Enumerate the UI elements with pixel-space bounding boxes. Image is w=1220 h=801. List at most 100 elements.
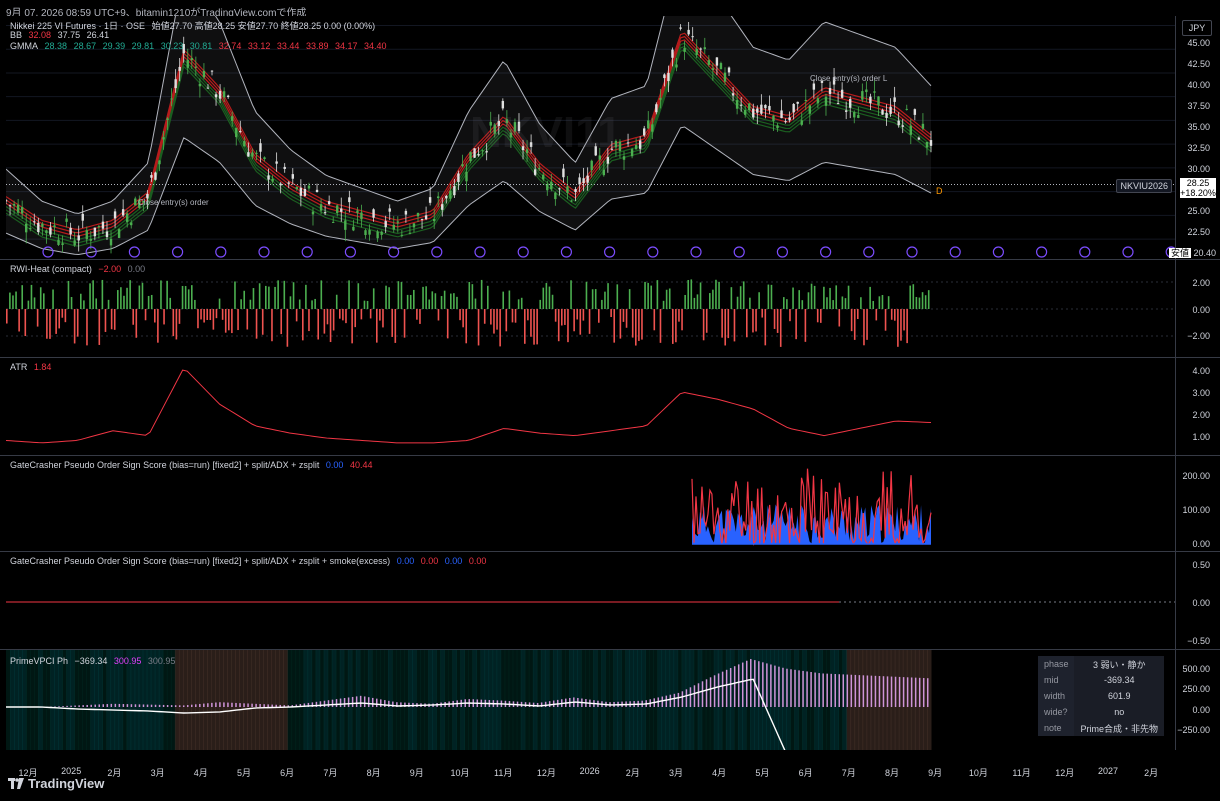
phase-band <box>235 650 240 750</box>
rwi-bar <box>351 309 353 344</box>
candle-body <box>404 210 408 215</box>
rwi-bar <box>853 309 856 340</box>
rwi-legend[interactable]: RWI-Heat (compact) −2.00 0.00 <box>10 264 149 274</box>
price-axis[interactable]: JPY 45.00 42.50 40.00 37.50 35.00 32.50 … <box>1175 16 1220 259</box>
bb-legend[interactable]: BB 32.08 37.75 26.41 <box>10 30 113 40</box>
rwi-bar <box>160 280 162 309</box>
prime-bar <box>834 674 836 707</box>
gc2-axis[interactable]: 0.50 0.00 −0.50 <box>1175 552 1220 649</box>
phase-band <box>400 650 405 750</box>
currency-button[interactable]: JPY <box>1182 20 1212 36</box>
prime-bar <box>275 704 277 707</box>
primevpci-pane[interactable]: PrimeVPCI Ph −369.34 300.95 300.95 phase… <box>0 650 1220 760</box>
candle-body <box>760 104 763 114</box>
prime-bar <box>319 701 322 707</box>
rwi-bar <box>508 290 511 309</box>
atr-axis[interactable]: 4.00 3.00 2.00 1.00 <box>1175 358 1220 455</box>
rwi-bar <box>117 290 119 309</box>
rwi-bar <box>656 280 659 309</box>
candle-body <box>194 66 198 68</box>
prime-bar <box>766 663 768 707</box>
prime-bar <box>902 677 905 707</box>
rwi-bar <box>261 309 264 335</box>
candle-body <box>392 224 395 230</box>
price-pane[interactable]: NKVI11 Nikkei 225 VI Futures · 1日 · OSE … <box>0 0 1220 260</box>
atr-pane[interactable]: ATR 1.84 4.00 3.00 2.00 1.00 <box>0 358 1220 456</box>
rwi-pane[interactable]: RWI-Heat (compact) −2.00 0.00 2.00 0.00 … <box>0 260 1220 358</box>
rwi-bar <box>832 300 834 309</box>
rwi-bar <box>727 309 730 339</box>
prime-tick: 500.00 <box>1182 664 1210 674</box>
rwi-bar <box>650 285 653 309</box>
candle-body <box>352 226 355 231</box>
rwi-bar <box>601 299 603 309</box>
table-row: mid -369.34 <box>1037 672 1164 688</box>
candle-body <box>20 206 24 214</box>
gmma-green-4: 29.81 <box>131 41 155 51</box>
candle-body <box>299 187 303 196</box>
candle-body <box>150 175 153 178</box>
rwi-bar <box>21 285 24 309</box>
rwi-bar <box>758 292 760 309</box>
phase-band <box>629 650 634 750</box>
atr-legend[interactable]: ATR 1.84 <box>10 362 55 372</box>
prime-bar <box>544 701 547 707</box>
phase-band <box>540 650 546 750</box>
tradingview-logo[interactable]: TradingView <box>8 776 104 791</box>
rwi-bar <box>696 294 699 309</box>
gc1-axis[interactable]: 200.00 100.00 0.00 <box>1175 456 1220 551</box>
rwi-bar <box>150 294 153 309</box>
candle-body <box>29 228 32 230</box>
prime-tick: 250.00 <box>1182 684 1210 694</box>
gatecrasher-smoke-pane[interactable]: GateCrasher Pseudo Order Sign Score (bia… <box>0 552 1220 650</box>
rwi-bar <box>662 300 665 309</box>
gmma-legend[interactable]: GMMA 28.38 28.67 29.39 29.81 30.23 30.81… <box>10 41 391 51</box>
prime-axis[interactable]: 500.00 250.00 0.00 −250.00 <box>1175 650 1220 750</box>
chart-window[interactable]: NKVI11 Nikkei 225 VI Futures · 1日 · OSE … <box>0 0 1220 778</box>
phase-band <box>496 650 502 750</box>
candle-body <box>327 201 331 205</box>
gatecrasher-pane[interactable]: GateCrasher Pseudo Order Sign Score (bia… <box>0 456 1220 552</box>
atr-line <box>5 369 932 444</box>
gc2-legend[interactable]: GateCrasher Pseudo Order Sign Score (bia… <box>10 556 490 566</box>
prime-bar <box>737 664 740 707</box>
time-axis[interactable]: 12月 2025 2月 3月 4月 5月 6月 7月 8月 9月 10月 11月 12月 2026 2月 3月… <box>0 766 1176 780</box>
prime-legend[interactable]: PrimeVPCI Ph −369.34 300.95 300.95 <box>10 656 179 666</box>
gc1-legend[interactable]: GateCrasher Pseudo Order Sign Score (bia… <box>10 460 377 470</box>
signal-marker <box>215 246 227 258</box>
rwi-bar <box>332 309 335 331</box>
prime-bar <box>774 665 776 707</box>
candle-body <box>917 137 921 140</box>
rwi-bar <box>511 309 514 323</box>
candle-body <box>808 105 812 114</box>
candle-body <box>590 160 593 171</box>
phase-band <box>223 650 228 750</box>
rwi-axis[interactable]: 2.00 0.00 −2.00 <box>1175 260 1220 357</box>
rwi-bar <box>394 309 397 343</box>
phase-band <box>420 650 425 750</box>
prime-bar <box>750 659 752 707</box>
time-tick: 7月 <box>323 768 338 778</box>
phase-band <box>323 650 329 750</box>
rwi-bar <box>767 284 770 309</box>
phase-band <box>536 650 542 750</box>
table-value: 601.9 <box>1074 688 1164 704</box>
rwi-bar <box>43 293 45 309</box>
rwi-bar <box>573 309 575 332</box>
gc1-tick: 0.00 <box>1192 539 1210 549</box>
rwi-bar <box>135 309 138 338</box>
candle-body <box>691 36 694 38</box>
candle-body <box>57 239 60 245</box>
prime-bar <box>247 703 249 707</box>
table-row: width 601.9 <box>1037 688 1164 704</box>
rwi-bar <box>6 309 8 324</box>
phase-band <box>307 650 313 750</box>
candle-body <box>125 213 129 222</box>
phase-band <box>215 650 220 750</box>
time-tick: 2026 <box>579 766 600 776</box>
phase-band <box>601 650 606 750</box>
rwi-bar <box>561 309 563 326</box>
rwi-bar <box>465 309 468 344</box>
gmma-red-6: 34.40 <box>364 41 387 51</box>
rwi-bar <box>120 287 122 309</box>
